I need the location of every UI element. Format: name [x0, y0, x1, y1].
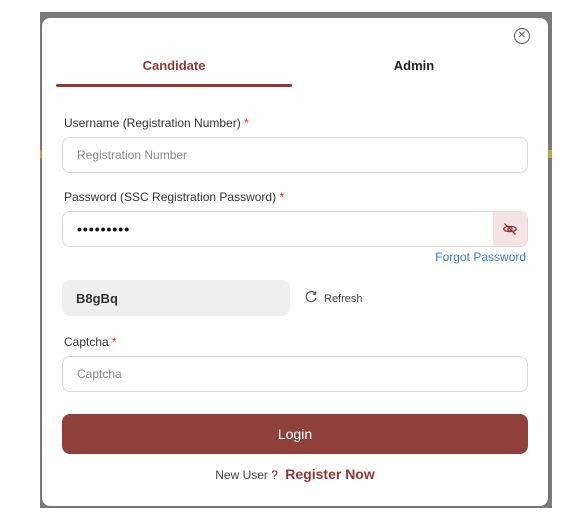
new-user-prompt: New User ? — [215, 468, 278, 482]
close-icon[interactable]: ✕ — [514, 28, 530, 44]
register-now-link[interactable]: Register Now — [285, 466, 374, 482]
login-button[interactable]: Login — [62, 414, 528, 454]
refresh-captcha-button[interactable]: Refresh — [304, 290, 363, 307]
username-field[interactable]: Registration Number — [62, 137, 528, 173]
password-field[interactable]: ••••••••• — [62, 211, 528, 247]
tab-candidate[interactable]: Candidate — [54, 58, 294, 73]
forgot-password-link[interactable]: Forgot Password — [435, 250, 526, 264]
login-tabs: Candidate Admin — [54, 54, 536, 94]
username-placeholder: Registration Number — [77, 148, 188, 162]
eye-off-icon[interactable] — [493, 212, 527, 246]
password-label-text: Password (SSC Registration Password) — [64, 190, 277, 204]
captcha-input[interactable]: Captcha — [62, 356, 528, 392]
register-row: New User ? Register Now — [42, 466, 548, 482]
required-mark: * — [279, 190, 285, 204]
refresh-icon — [304, 290, 318, 307]
refresh-label: Refresh — [324, 292, 363, 305]
required-mark: * — [112, 335, 117, 349]
captcha-label: Captcha * — [64, 335, 117, 349]
password-value: ••••••••• — [77, 221, 131, 237]
login-modal: ✕ Candidate Admin Username (Registration… — [42, 18, 548, 506]
captcha-label-text: Captcha — [64, 335, 109, 349]
captcha-placeholder: Captcha — [77, 367, 122, 381]
required-mark: * — [244, 116, 249, 130]
username-label: Username (Registration Number) * — [64, 116, 249, 130]
captcha-image: B8gBq — [62, 280, 290, 316]
username-label-text: Username (Registration Number) — [64, 116, 241, 130]
background-accent — [548, 150, 552, 158]
password-label: Password (SSC Registration Password) * — [64, 190, 284, 204]
tab-admin[interactable]: Admin — [294, 58, 534, 73]
active-tab-indicator — [56, 84, 292, 87]
